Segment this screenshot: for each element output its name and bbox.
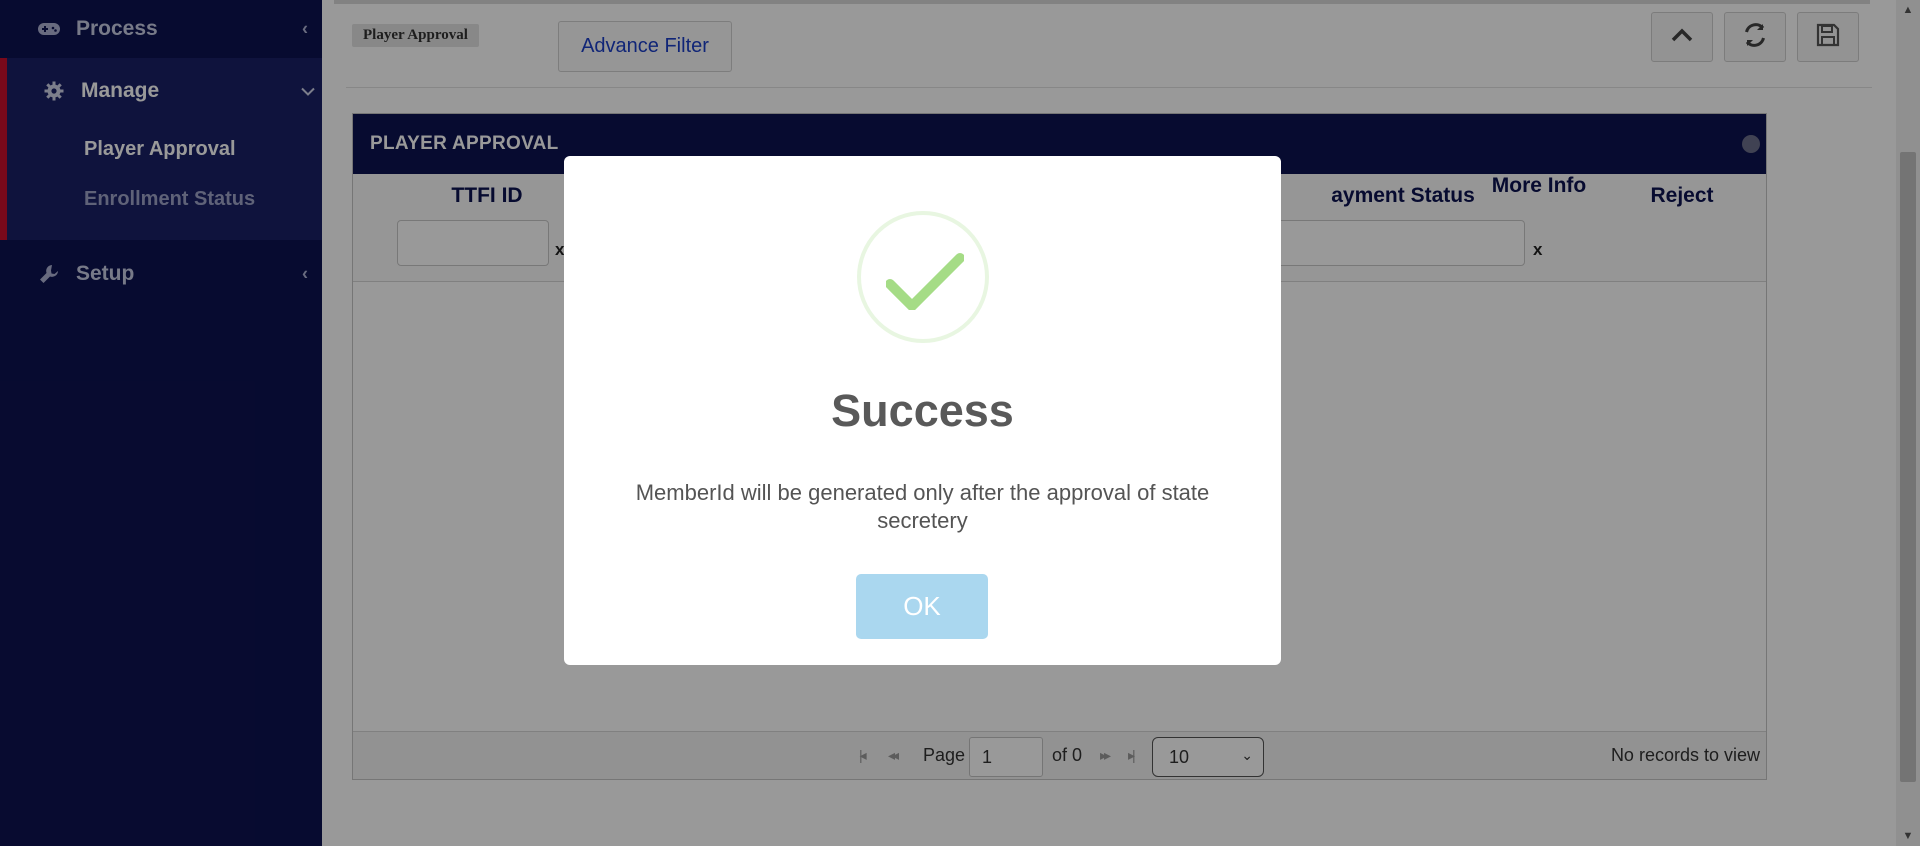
dialog-message: MemberId will be generated only after th… [635, 480, 1210, 533]
success-dialog: Success MemberId will be generated only … [564, 156, 1281, 665]
ok-button[interactable]: OK [856, 574, 988, 639]
dialog-title: Success [831, 385, 1014, 436]
success-check-icon [857, 211, 989, 343]
